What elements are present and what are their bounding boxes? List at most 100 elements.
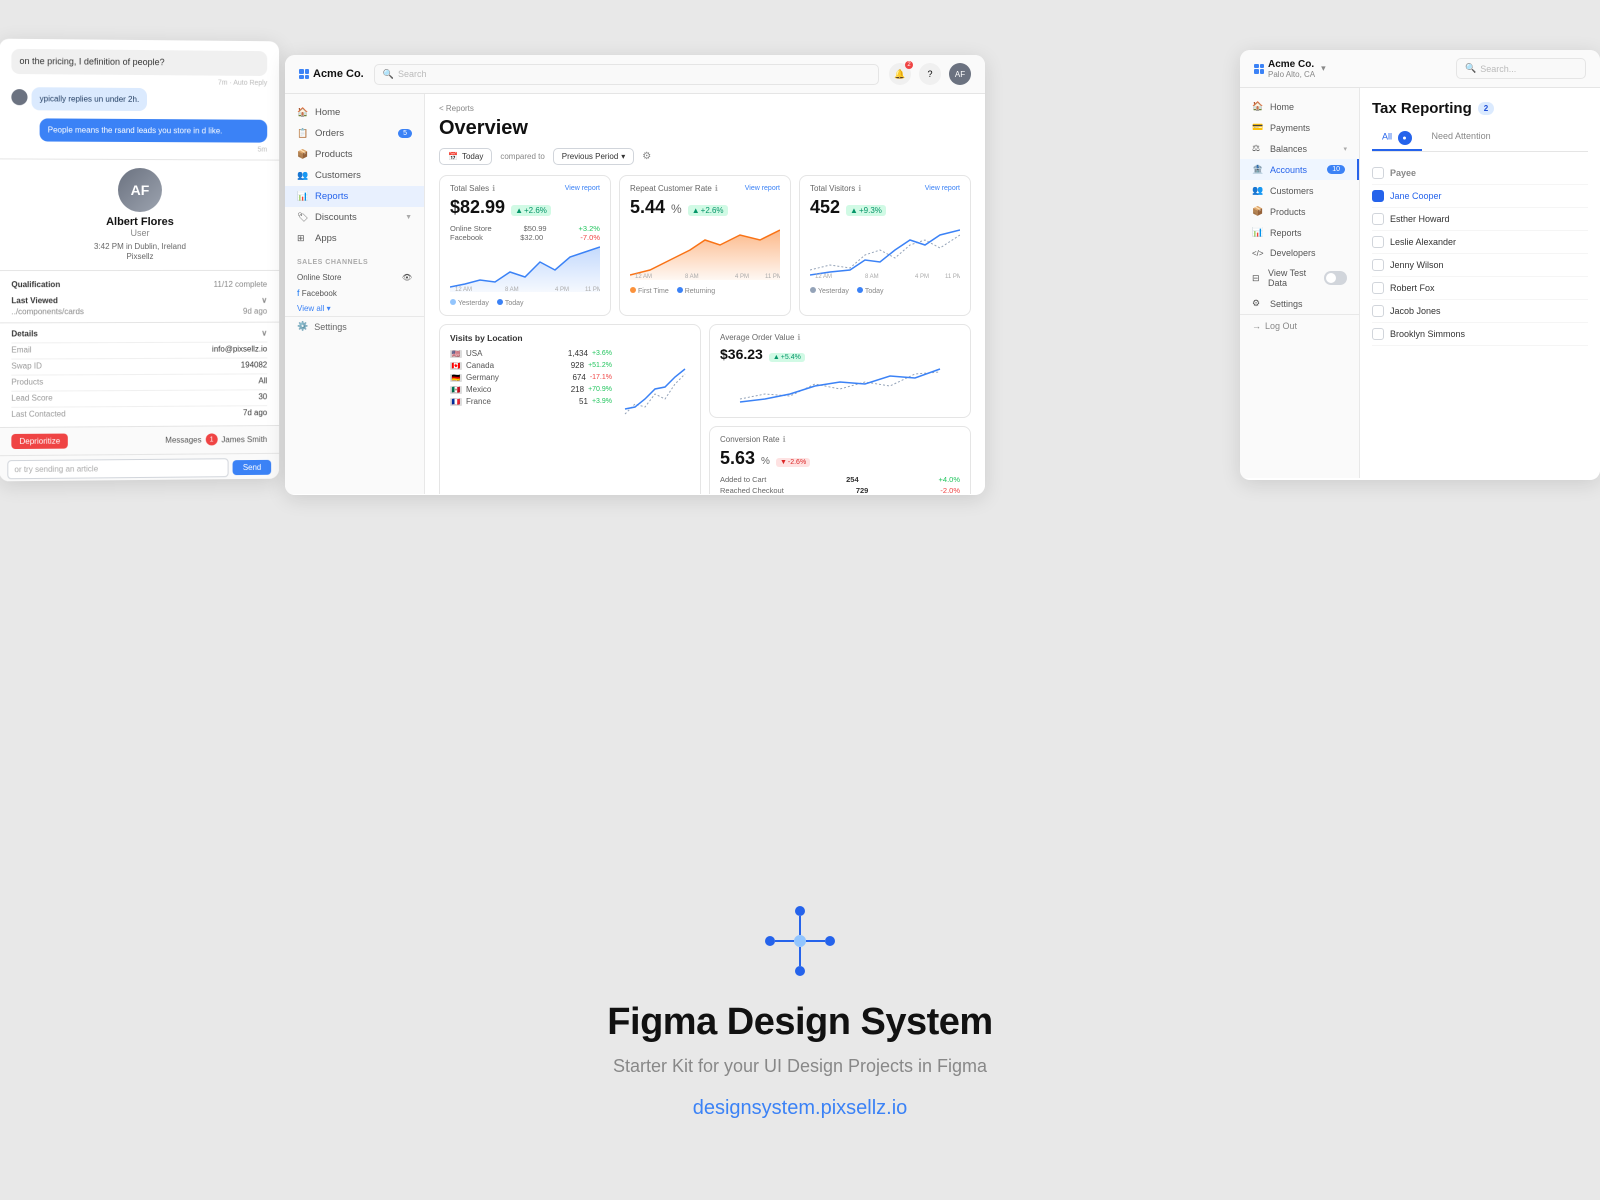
canada-name: Canada [466, 361, 567, 370]
reached-checkout-label: Reached Checkout [720, 486, 784, 494]
payee-brooklyn-simmons[interactable]: Brooklyn Simmons [1372, 323, 1588, 346]
figma-logo-svg [760, 901, 840, 981]
chevron-down-icon[interactable]: ▾ [1321, 63, 1326, 74]
logout-button[interactable]: → Log Out [1252, 321, 1347, 331]
germany-name: Germany [466, 373, 568, 382]
messages-tab[interactable]: Messages [165, 435, 201, 444]
payee-checkbox-brooklyn[interactable] [1372, 328, 1384, 340]
total-sales-value: $82.99 [450, 197, 505, 218]
sidebar-item-customers[interactable]: 👥 Customers [285, 165, 424, 186]
payee-checkbox-esther[interactable] [1372, 213, 1384, 225]
panel3-header: Acme Co. Palo Alto, CA ▾ 🔍 Search... [1240, 50, 1600, 88]
sidebar-settings[interactable]: ⚙️ Settings [285, 316, 424, 336]
view-report-link-2[interactable]: View report [745, 185, 780, 192]
james-smith-tab[interactable]: James Smith [221, 435, 267, 444]
chevron-down-icon[interactable]: ∨ [261, 296, 267, 305]
sidebar2-item-developers[interactable]: </> Developers [1240, 243, 1359, 263]
test-data-toggle[interactable] [1324, 271, 1347, 285]
date-bar: 📅 Today compared to Previous Period ▾ ⚙ [439, 148, 971, 165]
payee-robert-fox[interactable]: Robert Fox [1372, 277, 1588, 300]
swap-id-label: Swap ID [11, 361, 42, 370]
chat-message-3: People means the rsand leads you store i… [40, 118, 268, 142]
added-to-cart-label: Added to Cart [720, 475, 766, 484]
crm-panel: on the pricing, I definition of people? … [0, 39, 279, 482]
added-to-cart-value: 254 [846, 475, 859, 484]
sidebar2-item-payments[interactable]: 💳 Payments [1240, 117, 1359, 138]
chevron-icon: ▾ [327, 304, 331, 313]
send-button[interactable]: Send [233, 460, 271, 475]
payee-checkbox-jacob[interactable] [1372, 305, 1384, 317]
sidebar-item-discounts[interactable]: 🏷 Discounts ▼ [285, 207, 424, 228]
payee-checkbox-jenny[interactable] [1372, 259, 1384, 271]
sidebar2-item-view-test-data[interactable]: ⊟ View Test Data [1240, 263, 1359, 293]
sidebar-item-reports[interactable]: 📊 Reports [285, 186, 424, 207]
funnel-row-checkout: Reached Checkout 729 -2.0% [720, 486, 960, 494]
online-store-value: $50.99 [524, 224, 547, 233]
search-box[interactable]: 🔍 Search [374, 64, 879, 85]
usa-pct: +3.6% [592, 350, 612, 357]
period-select[interactable]: Previous Period ▾ [553, 148, 635, 165]
sidebar2-item-customers[interactable]: 👥 Customers [1240, 180, 1359, 201]
sidebar-item-home[interactable]: 🏠 Home [285, 102, 424, 123]
notification-icon[interactable]: 🔔 2 [889, 63, 911, 85]
panel3-search[interactable]: 🔍 Search... [1456, 58, 1586, 79]
view-report-link[interactable]: View report [565, 185, 600, 192]
payee-jane-cooper[interactable]: Jane Cooper [1372, 185, 1588, 208]
sidebar-view-all[interactable]: View all ▾ [297, 301, 412, 316]
sidebar2-item-accounts[interactable]: 🏦 Accounts 10 [1240, 159, 1359, 180]
deprioritize-button[interactable]: Deprioritize [11, 434, 68, 450]
repeat-customer-title: Repeat Customer Rate [630, 184, 712, 193]
tab-need-attention[interactable]: Need Attention [1422, 127, 1501, 151]
payee-esther-name: Esther Howard [1390, 214, 1450, 224]
payee-esther-howard[interactable]: Esther Howard [1372, 208, 1588, 231]
sidebar-item-orders[interactable]: 📋 Orders 5 [285, 123, 424, 144]
today-button[interactable]: 📅 Today [439, 148, 492, 165]
chevron-icon: ▾ [1343, 145, 1347, 153]
metric-card-total-visitors: Total Visitors ℹ View report 452 ▲ +9.3%… [799, 175, 971, 316]
payee-jenny-wilson[interactable]: Jenny Wilson [1372, 254, 1588, 277]
payee-checkbox-leslie[interactable] [1372, 236, 1384, 248]
sidebar-item-facebook[interactable]: f Facebook [297, 285, 412, 301]
payee-jacob-jones[interactable]: Jacob Jones [1372, 300, 1588, 323]
sidebar2-item-reports[interactable]: 📊 Reports [1240, 222, 1359, 243]
sidebar2-item-products[interactable]: 📦 Products [1240, 201, 1359, 222]
avg-order-value: $36.23 [720, 346, 763, 362]
settings-icon[interactable]: ⚙ [642, 151, 651, 162]
info-icon: ℹ [715, 184, 718, 193]
france-pct: +3.9% [592, 398, 612, 405]
sidebar2-item-balances[interactable]: ⚖ Balances ▾ [1240, 138, 1359, 159]
view-report-link-3[interactable]: View report [925, 185, 960, 192]
nav-view-test-data-label: View Test Data [1268, 268, 1318, 288]
chat-input[interactable]: or try sending an article [7, 458, 229, 479]
sidebar-item-apps[interactable]: ⊞ Apps [285, 228, 424, 249]
total-sales-change: ▲ +2.6% [511, 205, 551, 216]
sidebar2-item-settings[interactable]: ⚙ Settings [1240, 293, 1359, 314]
help-icon[interactable]: ? [919, 63, 941, 85]
email-value: info@pixsellz.io [212, 344, 267, 353]
orders-icon: 📋 [297, 128, 309, 139]
svg-text:12 AM: 12 AM [635, 274, 652, 280]
chevron-down-icon[interactable]: ∨ [261, 329, 267, 338]
tax-main: Tax Reporting 2 All ● Need Attention Pay… [1360, 88, 1600, 478]
sidebar-item-products[interactable]: 📦 Products [285, 144, 424, 165]
payee-checkbox-jane[interactable] [1372, 190, 1384, 202]
facebook-pct: -7.0% [580, 233, 600, 242]
hero-link[interactable]: designsystem.pixsellz.io [693, 1097, 908, 1119]
breadcrumb[interactable]: < Reports [439, 104, 971, 113]
tab-all[interactable]: All ● [1372, 127, 1422, 151]
sidebar-item-online-store[interactable]: Online Store 👁 [297, 270, 412, 285]
sidebar2-item-home[interactable]: 🏠 Home [1240, 96, 1359, 117]
location-row-mexico: 🇲🇽 Mexico 218 +70.9% [450, 385, 612, 394]
test-data-icon: ⊟ [1252, 273, 1262, 284]
view-all-label: View all [297, 304, 324, 313]
search-icon: 🔍 [1465, 63, 1476, 74]
avatar-icon[interactable]: AF [949, 63, 971, 85]
payee-leslie-alexander[interactable]: Leslie Alexander [1372, 231, 1588, 254]
panel1-footer: Deprioritize Messages 1 James Smith [0, 425, 279, 455]
online-store-label: Online Store [297, 273, 341, 282]
metric-card-repeat-customer: Repeat Customer Rate ℹ View report 5.44 … [619, 175, 791, 316]
payee-header-checkbox[interactable] [1372, 167, 1384, 179]
sidebar-orders-label: Orders [315, 128, 344, 139]
payee-checkbox-robert[interactable] [1372, 282, 1384, 294]
contact-name: Albert Flores [11, 216, 267, 228]
